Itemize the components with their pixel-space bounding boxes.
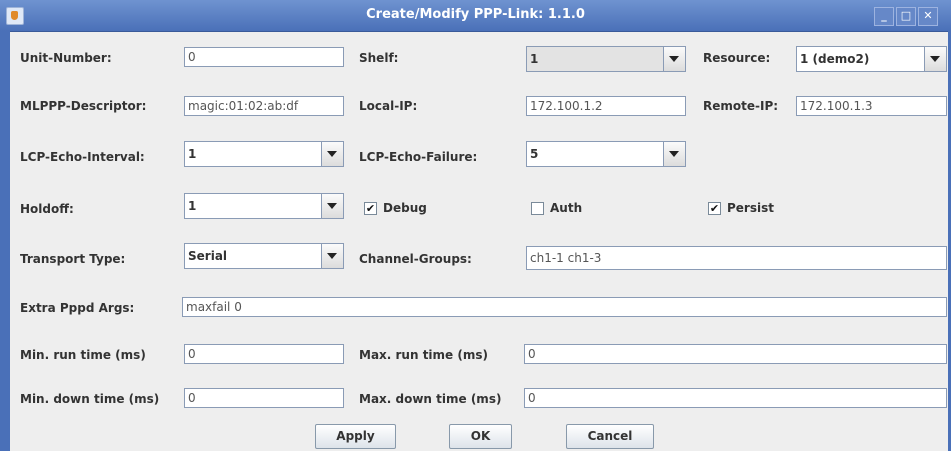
transport-type-value: Serial bbox=[188, 249, 228, 263]
auth-label: Auth bbox=[550, 201, 583, 215]
chevron-down-icon[interactable] bbox=[321, 194, 343, 218]
lcp-echo-failure-label: LCP-Echo-Failure: bbox=[359, 150, 478, 164]
title-bar[interactable]: Create/Modify PPP-Link: 1.1.0 _ □ ✕ bbox=[0, 0, 951, 32]
debug-label: Debug bbox=[383, 201, 427, 215]
minimize-button[interactable]: _ bbox=[874, 7, 894, 26]
chevron-down-icon[interactable] bbox=[321, 142, 343, 166]
channel-groups-input[interactable]: ch1-1 ch1-3 bbox=[526, 246, 947, 270]
extra-pppd-args-label: Extra Pppd Args: bbox=[20, 301, 135, 315]
transport-type-label: Transport Type: bbox=[20, 252, 126, 266]
lcp-echo-interval-select[interactable]: 1 bbox=[184, 141, 344, 167]
resource-label: Resource: bbox=[703, 51, 771, 65]
mlppp-descriptor-input[interactable]: magic:01:02:ab:df bbox=[184, 96, 344, 116]
persist-label: Persist bbox=[727, 201, 774, 215]
resource-value: 1 (demo2) bbox=[800, 52, 870, 66]
remote-ip-input[interactable]: 172.100.1.3 bbox=[796, 96, 947, 116]
chevron-down-icon[interactable] bbox=[321, 244, 343, 268]
min-down-time-input[interactable]: 0 bbox=[184, 388, 344, 408]
max-down-time-input[interactable]: 0 bbox=[524, 388, 947, 408]
local-ip-input[interactable]: 172.100.1.2 bbox=[526, 96, 686, 116]
auth-checkbox[interactable] bbox=[531, 202, 544, 215]
lcp-echo-interval-value: 1 bbox=[188, 147, 197, 161]
lcp-echo-failure-select[interactable]: 5 bbox=[526, 141, 686, 167]
max-down-time-label: Max. down time (ms) bbox=[359, 392, 502, 406]
channel-groups-label: Channel-Groups: bbox=[359, 252, 472, 266]
window-border-left bbox=[0, 31, 10, 451]
holdoff-value: 1 bbox=[188, 199, 197, 213]
holdoff-select[interactable]: 1 bbox=[184, 193, 344, 219]
max-run-time-input[interactable]: 0 bbox=[524, 344, 947, 364]
maximize-button[interactable]: □ bbox=[896, 7, 916, 26]
persist-checkbox[interactable]: ✔ bbox=[708, 202, 721, 215]
unit-number-label: Unit-Number: bbox=[20, 51, 112, 65]
max-run-time-label: Max. run time (ms) bbox=[359, 348, 488, 362]
min-run-time-input[interactable]: 0 bbox=[184, 344, 344, 364]
shelf-value: 1 bbox=[530, 52, 539, 66]
lcp-echo-interval-label: LCP-Echo-Interval: bbox=[20, 150, 145, 164]
unit-number-input[interactable]: 0 bbox=[184, 47, 344, 67]
window-title: Create/Modify PPP-Link: 1.1.0 bbox=[366, 7, 585, 22]
chevron-down-icon[interactable] bbox=[924, 47, 946, 71]
close-button[interactable]: ✕ bbox=[918, 7, 938, 26]
ok-button[interactable]: OK bbox=[449, 424, 512, 449]
apply-button[interactable]: Apply bbox=[315, 424, 396, 449]
transport-type-select[interactable]: Serial bbox=[184, 243, 344, 269]
lcp-echo-failure-value: 5 bbox=[530, 147, 539, 161]
holdoff-label: Holdoff: bbox=[20, 202, 74, 216]
shelf-label: Shelf: bbox=[359, 51, 399, 65]
min-run-time-label: Min. run time (ms) bbox=[20, 348, 146, 362]
remote-ip-label: Remote-IP: bbox=[703, 99, 779, 113]
mlppp-descriptor-label: MLPPP-Descriptor: bbox=[20, 99, 147, 113]
shelf-select[interactable]: 1 bbox=[526, 46, 686, 72]
chevron-down-icon[interactable] bbox=[663, 142, 685, 166]
chevron-down-icon[interactable] bbox=[663, 47, 685, 71]
extra-pppd-args-input[interactable]: maxfail 0 bbox=[182, 297, 947, 317]
local-ip-label: Local-IP: bbox=[359, 99, 418, 113]
resource-select[interactable]: 1 (demo2) bbox=[796, 46, 947, 72]
min-down-time-label: Min. down time (ms) bbox=[20, 392, 160, 406]
debug-checkbox[interactable]: ✔ bbox=[364, 202, 377, 215]
cancel-button[interactable]: Cancel bbox=[566, 424, 654, 449]
ppp-link-dialog: Create/Modify PPP-Link: 1.1.0 _ □ ✕ Unit… bbox=[0, 0, 951, 451]
